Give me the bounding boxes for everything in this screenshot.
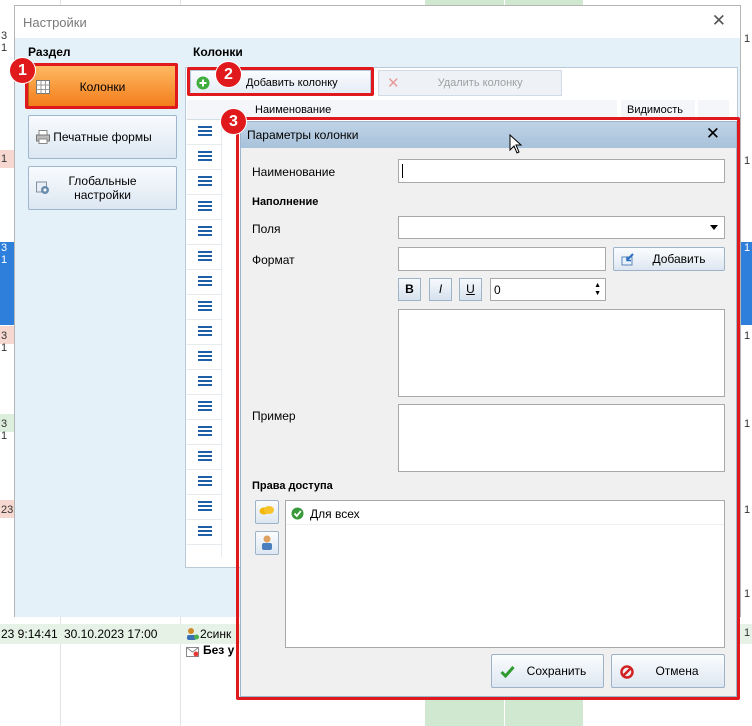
- delete-column-label: Удалить колонку: [437, 77, 523, 89]
- delete-icon: ✕: [387, 75, 400, 92]
- background-cell: 1: [744, 330, 751, 342]
- background-cell: 23: [1, 504, 14, 516]
- background-cell: 1: [1, 153, 8, 165]
- row-drag-handle-icon[interactable]: [198, 126, 212, 138]
- section-button-label: Глобальные настройки: [68, 174, 137, 202]
- background-cell: 1: [744, 504, 751, 516]
- step-badge-1: 1: [9, 57, 36, 84]
- background-cell: 3 1: [1, 242, 8, 266]
- grid-row-separator: [187, 194, 221, 195]
- grid-row-separator: [187, 244, 221, 245]
- grid-row-separator: [187, 169, 221, 170]
- grid-row-separator: [187, 444, 221, 445]
- background-cell: 3 1: [1, 30, 8, 54]
- user-sync-icon: [186, 627, 199, 640]
- row-drag-handle-icon[interactable]: [198, 151, 212, 163]
- printer-icon: [36, 130, 50, 144]
- row-drag-handle-icon[interactable]: [198, 401, 212, 413]
- grid-row-separator: [187, 369, 221, 370]
- background-cell: 1: [744, 155, 751, 167]
- grid-row-separator: [187, 544, 221, 545]
- grid-row-separator: [187, 494, 221, 495]
- grid-row-separator: [187, 294, 221, 295]
- background-cell: 2синк: [200, 627, 232, 641]
- step-badge-3: 3: [220, 108, 247, 135]
- background-cell: 3 1: [1, 330, 8, 354]
- settings-title-bar[interactable]: Настройки ✕: [15, 6, 740, 38]
- grid-row-separator: [187, 144, 221, 145]
- row-drag-handle-icon[interactable]: [198, 201, 212, 213]
- delete-column-button[interactable]: ✕ Удалить колонку: [378, 70, 562, 96]
- row-drag-handle-icon[interactable]: [198, 276, 212, 288]
- row-drag-handle-icon[interactable]: [198, 526, 212, 538]
- background-cell: 1: [744, 418, 751, 430]
- background-cell: 1: [744, 588, 751, 600]
- section-button-label: Печатные формы: [53, 130, 152, 144]
- row-drag-handle-icon[interactable]: [198, 251, 212, 263]
- row-drag-handle-icon[interactable]: [198, 226, 212, 238]
- step-badge-2: 2: [215, 61, 242, 88]
- row-drag-handle-icon[interactable]: [198, 451, 212, 463]
- row-drag-handle-icon[interactable]: [198, 326, 212, 338]
- row-drag-handle-icon[interactable]: [198, 376, 212, 388]
- background-cell: Без у: [203, 643, 235, 657]
- highlight-frame-3: [236, 117, 740, 700]
- grid-row-separator: [187, 269, 221, 270]
- global-settings-icon: [36, 181, 50, 195]
- row-drag-handle-icon[interactable]: [198, 476, 212, 488]
- background-cell: 1: [744, 627, 751, 639]
- grid-row-separator: [187, 344, 221, 345]
- grid-row-separator: [187, 319, 221, 320]
- section-button-global-settings[interactable]: Глобальные настройки: [28, 166, 177, 210]
- envelope-icon: [186, 646, 199, 657]
- columns-label: Колонки: [193, 45, 243, 59]
- settings-title: Настройки: [23, 15, 87, 30]
- grid-line: [221, 120, 222, 557]
- row-drag-handle-icon[interactable]: [198, 426, 212, 438]
- grid-row-separator: [187, 519, 221, 520]
- grid-row-separator: [187, 419, 221, 420]
- background-cell: 1: [744, 33, 751, 45]
- row-drag-handle-icon[interactable]: [198, 176, 212, 188]
- background-cell: 3 1: [1, 418, 8, 442]
- background-selected-row: [741, 242, 752, 325]
- section-button-print-forms[interactable]: Печатные формы: [28, 115, 177, 159]
- background-cell: 30.10.2023 17:00: [64, 627, 158, 641]
- grid-row-separator: [187, 394, 221, 395]
- highlight-frame-1: [25, 63, 178, 109]
- row-drag-handle-icon[interactable]: [198, 351, 212, 363]
- section-label: Раздел: [28, 45, 71, 59]
- row-drag-handle-icon[interactable]: [198, 301, 212, 313]
- grid-row-separator: [187, 469, 221, 470]
- close-icon[interactable]: ✕: [712, 11, 726, 31]
- grid-row-separator: [187, 219, 221, 220]
- background-cell: 23 9:14:41: [1, 627, 58, 641]
- background-cell: 1: [744, 242, 751, 254]
- row-drag-handle-icon[interactable]: [198, 501, 212, 513]
